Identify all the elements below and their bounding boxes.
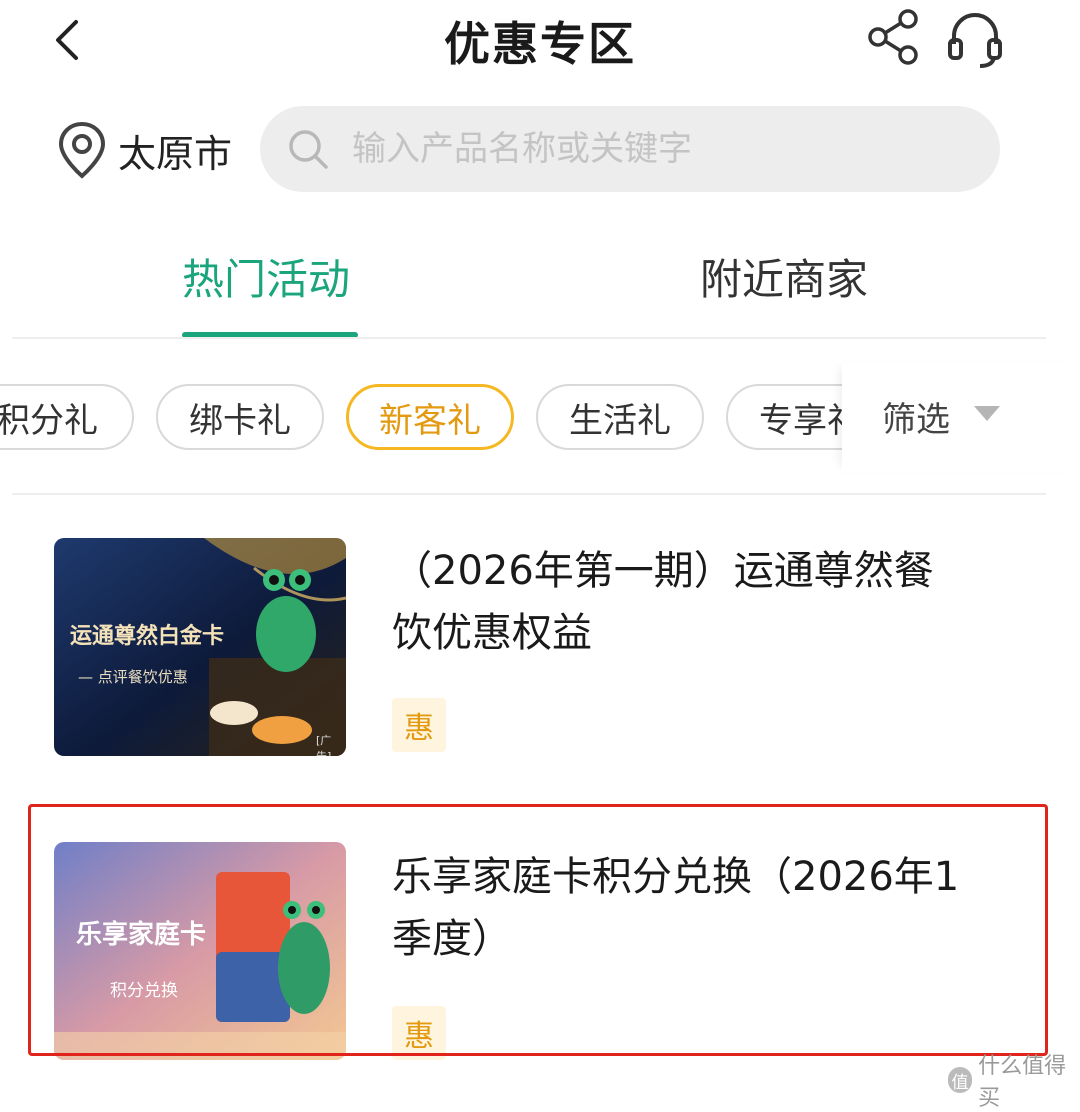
discount-badge: 惠: [392, 698, 446, 752]
tabs-divider: [12, 337, 1046, 339]
highlight-annotation-box: [28, 804, 1048, 1056]
card-title-line: 饮优惠权益: [392, 610, 592, 656]
chip-bind-card-gift[interactable]: 绑卡礼: [156, 384, 324, 450]
chip-exclusive-gift[interactable]: 专享礼: [726, 384, 845, 450]
chip-points-gift[interactable]: 积分礼: [0, 384, 134, 450]
search-bar[interactable]: [260, 106, 1000, 192]
search-input[interactable]: [350, 128, 974, 170]
watermark: 值 什么值得买: [948, 1048, 1080, 1112]
location-pin-icon: [58, 121, 106, 179]
search-icon: [289, 130, 328, 169]
tab-nearby-merchants[interactable]: 附近商家: [700, 246, 868, 307]
card-title-line: （2026年第一期）运通尊然餐: [392, 548, 934, 594]
filter-chip-row[interactable]: 积分礼 绑卡礼 新客礼 生活礼 专享礼: [0, 384, 845, 454]
card-image-amex-dining[interactable]: 运通尊然白金卡 — 点评餐饮优惠 [广告]: [54, 538, 346, 756]
city-label: 太原市: [118, 131, 233, 176]
headset-icon[interactable]: [942, 6, 1008, 72]
tab-hot-activities[interactable]: 热门活动: [182, 246, 350, 307]
filter-panel: [842, 362, 1080, 472]
chip-new-customer-gift[interactable]: 新客礼: [346, 384, 514, 450]
ad-tag: [广告]: [316, 734, 332, 756]
filter-button[interactable]: 筛选: [882, 392, 950, 441]
chips-divider: [12, 493, 1046, 495]
chip-life-gift[interactable]: 生活礼: [536, 384, 704, 450]
watermark-logo: 值: [948, 1067, 973, 1093]
share-icon[interactable]: [864, 6, 926, 68]
watermark-text: 什么值得买: [978, 1054, 1067, 1111]
location-selector[interactable]: 太原市: [56, 118, 232, 182]
card-title-amex-dining[interactable]: （2026年第一期）运通尊然餐 饮优惠权益: [392, 540, 1032, 664]
card-image-headline: 运通尊然白金卡: [70, 624, 225, 649]
caret-down-icon[interactable]: [974, 406, 1000, 421]
card-image-subline: — 点评餐饮优惠: [78, 668, 188, 686]
